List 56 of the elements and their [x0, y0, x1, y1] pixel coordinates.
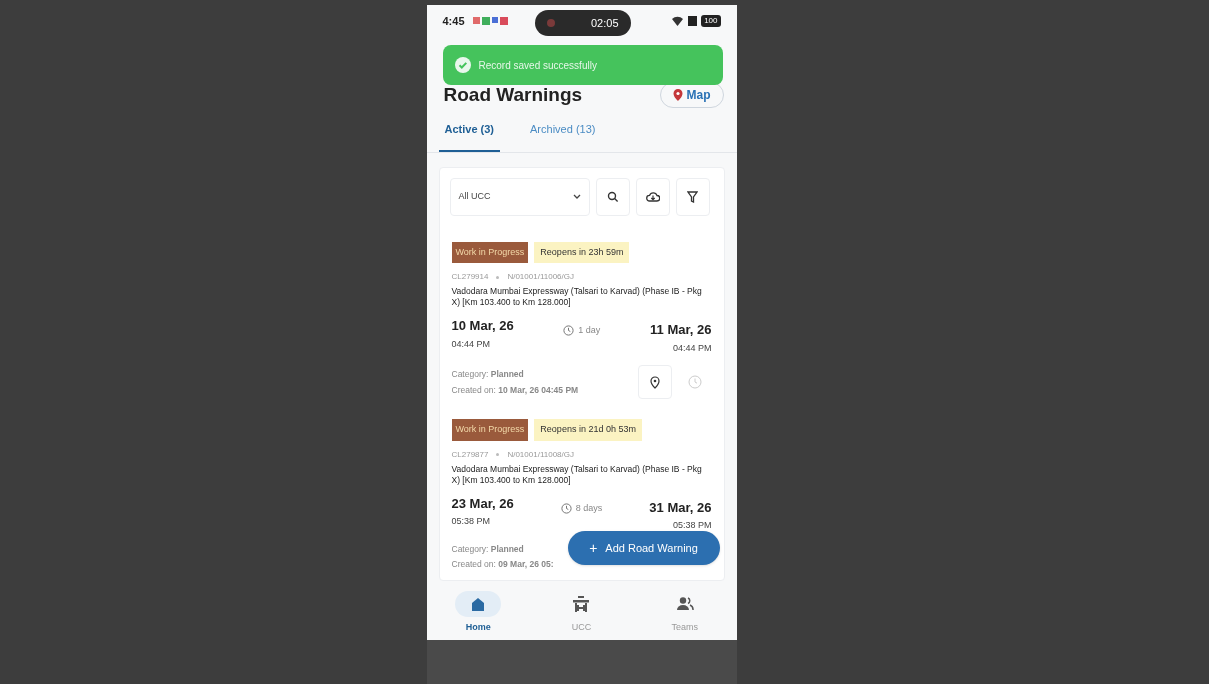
status-badge: Work in Progress: [451, 419, 529, 441]
clock-icon: [687, 375, 702, 390]
wifi-icon: [671, 15, 685, 26]
page-title: Road Warnings: [443, 82, 583, 107]
status-time: 4:45: [442, 13, 465, 29]
created-date: Created on: 09 Mar, 26 05:: [451, 558, 554, 572]
status-badge: Work in Progress: [451, 241, 529, 264]
toast-message: Record saved successfully: [478, 58, 597, 73]
reopen-badge: Reopens in 21d 0h 53m: [534, 419, 642, 441]
cloud-download-icon: [645, 190, 660, 203]
nav-tab[interactable]: UCC: [558, 590, 605, 634]
duration: 1 day: [578, 324, 601, 338]
warning-code: CL279877: [451, 448, 489, 461]
warning-code: CL279914: [451, 271, 489, 284]
plus-icon: +: [589, 537, 598, 559]
created-date: Created on: 10 Mar, 26 04:45 PM: [451, 383, 579, 397]
end-time: 04:44 PM: [672, 341, 712, 355]
tab[interactable]: Active (3): [438, 121, 501, 152]
location-button[interactable]: [637, 365, 672, 400]
start-time: 05:38 PM: [451, 515, 492, 529]
notification-icons: [472, 16, 508, 25]
reopen-badge: Reopens in 23h 59m: [534, 241, 630, 264]
add-road-warning-button[interactable]: + Add Road Warning: [567, 531, 720, 565]
category-text: Category: Planned: [451, 542, 525, 556]
road-description: Vadodara Mumbai Expressway (Talsari to Karvad) (Phase IB - Pkg X) [Km 103.400 to Km 128.000]: [451, 286, 703, 309]
filter-button[interactable]: [675, 177, 710, 216]
tab[interactable]: Archived (13): [524, 121, 602, 152]
end-date: 31 Mar, 26: [649, 498, 712, 517]
download-button[interactable]: [635, 177, 670, 216]
search-icon: [606, 190, 619, 203]
reference-number: N/01001/11008/GJ: [507, 448, 574, 461]
chevron-down-icon: [572, 194, 581, 200]
ucc-dropdown[interactable]: All UCC: [449, 177, 590, 216]
battery-level: 100: [701, 14, 721, 27]
reference-number: N/01001/11006/GJ: [507, 271, 574, 284]
call-pill: 02:05: [534, 10, 631, 36]
clock-icon: [563, 325, 575, 337]
people-icon: [675, 595, 694, 612]
sim-icon: [688, 15, 698, 26]
search-button[interactable]: [595, 177, 630, 216]
duration: 8 days: [575, 501, 603, 515]
start-date: 10 Mar, 26: [451, 317, 514, 336]
start-time: 04:44 PM: [451, 337, 492, 351]
end-time: 05:38 PM: [672, 519, 712, 533]
home-icon: [470, 595, 487, 612]
start-date: 23 Mar, 26: [451, 494, 514, 513]
map-pin-icon: [672, 88, 683, 101]
end-date: 11 Mar, 26: [650, 321, 712, 340]
filter-icon: [687, 190, 698, 203]
toll-gate-icon: [572, 594, 591, 613]
location-pin-icon: [649, 375, 660, 389]
nav-tab[interactable]: Teams: [661, 590, 708, 634]
check-icon: [454, 57, 471, 73]
clock-icon: [560, 502, 572, 514]
category-text: Category: Planned: [451, 367, 525, 381]
road-description: Vadodara Mumbai Expressway (Talsari to Karvad) (Phase IB - Pkg X) [Km 103.400 to Km 128.000]: [451, 463, 703, 486]
